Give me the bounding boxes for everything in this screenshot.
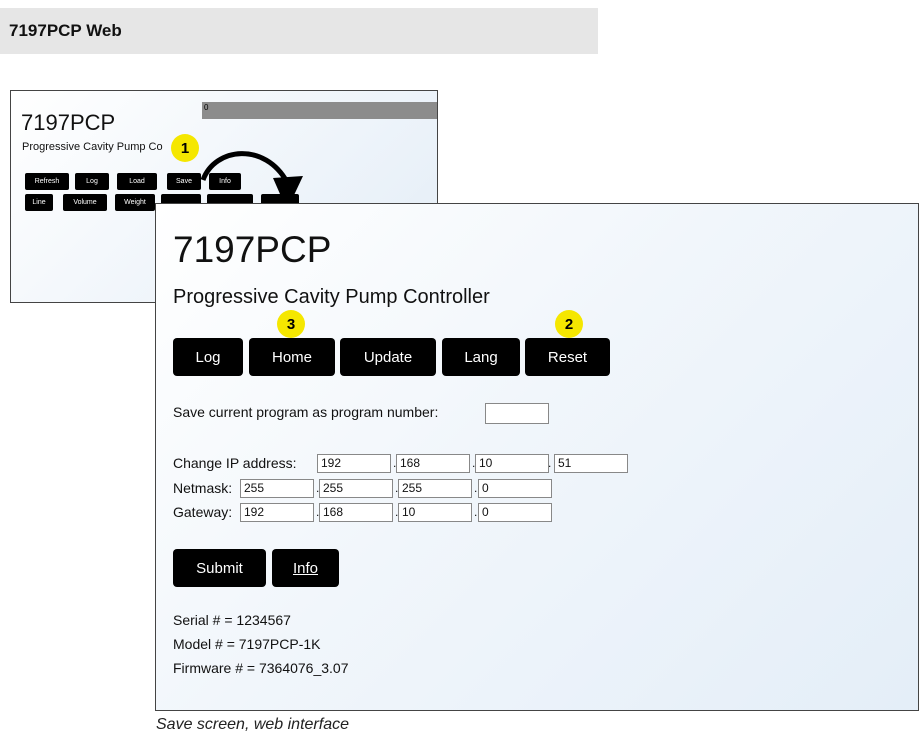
save-program-label: Save current program as program number: — [173, 404, 439, 420]
info-button[interactable]: Info — [272, 549, 339, 587]
model-number-text: Model # = 7197PCP-1K — [173, 636, 321, 652]
small-refresh-button[interactable]: Refresh — [25, 173, 69, 190]
reset-button[interactable]: Reset — [525, 338, 610, 376]
log-button[interactable]: Log — [173, 338, 243, 376]
lang-button[interactable]: Lang — [442, 338, 520, 376]
netmask-octet-3-input[interactable]: 255 — [398, 479, 472, 498]
update-button[interactable]: Update — [340, 338, 436, 376]
app-subtitle: Progressive Cavity Pump Controller — [173, 286, 490, 308]
gateway-octet-4-input[interactable]: 0 — [478, 503, 552, 522]
gateway-octet-2-input[interactable]: 168 — [319, 503, 393, 522]
figure-caption: Save screen, web interface — [156, 716, 349, 733]
program-number-input[interactable] — [485, 403, 549, 424]
gateway-octet-3-input[interactable]: 10 — [398, 503, 472, 522]
ip-octet-3-input[interactable]: 10 — [475, 454, 549, 473]
submit-button[interactable]: Submit — [173, 549, 266, 587]
small-volume-button[interactable]: Volume — [63, 194, 107, 211]
small-log-button[interactable]: Log — [75, 173, 109, 190]
small-weight-button[interactable]: Weight — [115, 194, 155, 211]
home-button[interactable]: Home — [249, 338, 335, 376]
gateway-octet-1-input[interactable]: 192 — [240, 503, 314, 522]
ip-octet-1-input[interactable]: 192 — [317, 454, 391, 473]
progress-bar: 0 — [202, 102, 437, 119]
ip-address-label: Change IP address: — [173, 455, 297, 471]
small-line-button[interactable]: Line — [25, 194, 53, 211]
netmask-label: Netmask: — [173, 480, 233, 496]
netmask-octet-2-input[interactable]: 255 — [319, 479, 393, 498]
ip-octet-2-input[interactable]: 168 — [396, 454, 470, 473]
netmask-octet-1-input[interactable]: 255 — [240, 479, 314, 498]
serial-number-text: Serial # = 1234567 — [173, 612, 291, 628]
save-screen-screenshot: 7197PCP Progressive Cavity Pump Controll… — [155, 203, 919, 711]
app-title: 7197PCP — [173, 229, 332, 270]
firmware-text: Firmware # = 7364076_3.07 — [173, 660, 349, 676]
callout-3: 3 — [277, 310, 305, 338]
small-load-button[interactable]: Load — [117, 173, 157, 190]
ip-octet-4-input[interactable]: 51 — [554, 454, 628, 473]
small-app-subtitle: Progressive Cavity Pump Coer — [22, 141, 194, 153]
section-header: 7197PCP Web — [0, 8, 598, 54]
small-app-title: 7197PCP — [21, 110, 116, 135]
callout-1: 1 — [171, 134, 199, 162]
gateway-label: Gateway: — [173, 504, 233, 520]
callout-2: 2 — [555, 310, 583, 338]
section-title: 7197PCP Web — [9, 21, 122, 40]
netmask-octet-4-input[interactable]: 0 — [478, 479, 552, 498]
